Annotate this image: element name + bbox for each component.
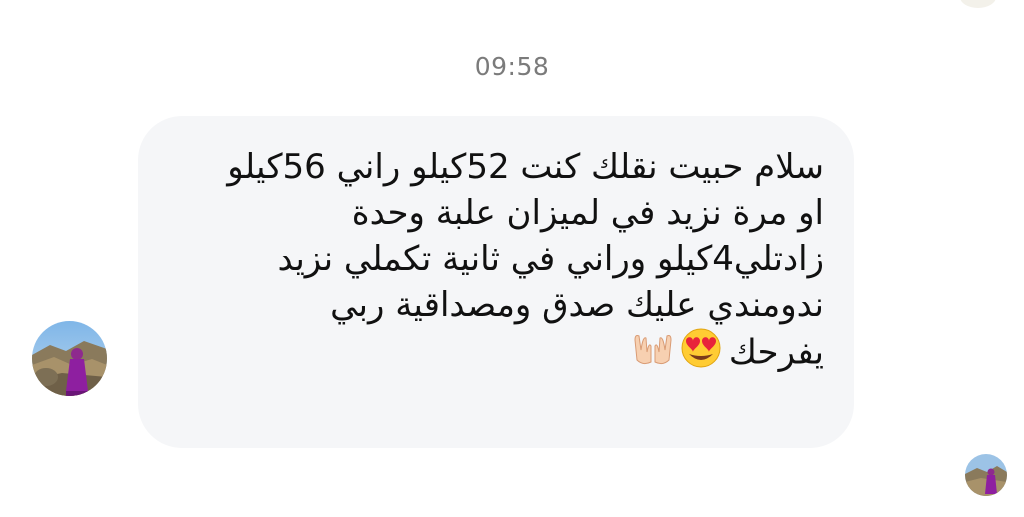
- sender-avatar-image: [32, 321, 107, 396]
- seen-avatar: [965, 454, 1007, 496]
- open-hands-emoji: [634, 335, 672, 365]
- chat-screen: 09:58 سلام حبيت نقلك كنت 52كيلو راني 56ك…: [0, 0, 1024, 517]
- message-timestamp: 09:58: [474, 52, 550, 81]
- heart-eyes-emoji: [681, 328, 721, 368]
- sender-avatar[interactable]: [32, 321, 107, 396]
- emoji-group: [629, 328, 725, 380]
- message-text: سلام حبيت نقلك كنت 52كيلو راني 56كيلو او…: [168, 144, 824, 380]
- seen-avatar-image: [965, 454, 1007, 496]
- avatar-partial-top: [960, 0, 996, 8]
- message-bubble[interactable]: سلام حبيت نقلك كنت 52كيلو راني 56كيلو او…: [138, 116, 854, 448]
- message-body: سلام حبيت نقلك كنت 52كيلو راني 56كيلو او…: [227, 147, 824, 373]
